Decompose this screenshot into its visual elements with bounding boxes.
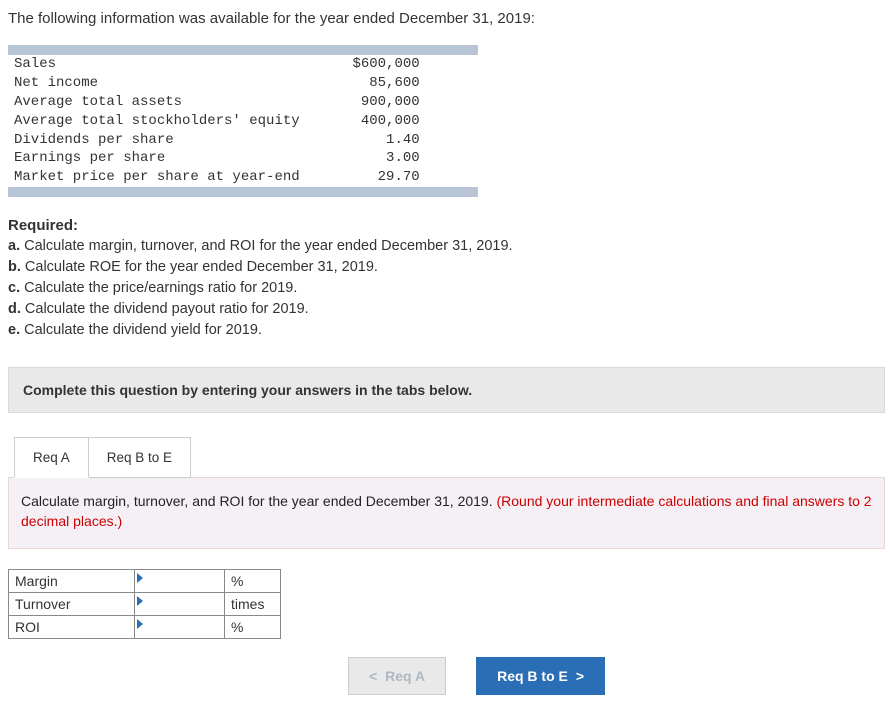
caret-icon: [137, 619, 143, 629]
item-tag: b.: [8, 259, 21, 275]
row-value: 3.00: [306, 149, 426, 168]
answer-row-margin: Margin %: [9, 569, 281, 592]
row-label: Earnings per share: [8, 149, 306, 168]
answer-label: Margin: [9, 569, 135, 592]
tab-req-b-to-e[interactable]: Req B to E: [89, 437, 191, 478]
answer-row-roi: ROI %: [9, 615, 281, 638]
row-label: Average total stockholders' equity: [8, 112, 306, 131]
answer-unit: %: [225, 569, 281, 592]
next-button[interactable]: Req B to E >: [476, 657, 605, 695]
row-value: 1.40: [306, 131, 426, 150]
required-header: Required:: [8, 217, 885, 234]
tab-panel-req-a: Calculate margin, turnover, and ROI for …: [8, 477, 885, 548]
table-row: Market price per share at year-end29.70: [8, 168, 426, 187]
table-row: Dividends per share1.40: [8, 131, 426, 150]
nav-row: < Req A Req B to E >: [8, 657, 885, 695]
table-row: Sales$600,000: [8, 55, 426, 74]
table-row: Net income85,600: [8, 74, 426, 93]
scrollbar-thumb[interactable]: [8, 45, 478, 55]
answer-unit: times: [225, 592, 281, 615]
row-value: 900,000: [306, 93, 426, 112]
required-item: d. Calculate the dividend payout ratio f…: [8, 299, 885, 320]
panel-text: Calculate margin, turnover, and ROI for …: [21, 493, 497, 509]
roi-input[interactable]: [135, 615, 225, 638]
margin-input[interactable]: [135, 569, 225, 592]
required-item: b. Calculate ROE for the year ended Dece…: [8, 257, 885, 278]
table-row: Average total assets900,000: [8, 93, 426, 112]
financial-data-block: Sales$600,000 Net income85,600 Average t…: [8, 45, 885, 197]
row-label: Market price per share at year-end: [8, 168, 306, 187]
required-item: c. Calculate the price/earnings ratio fo…: [8, 278, 885, 299]
item-text: Calculate the price/earnings ratio for 2…: [24, 280, 297, 296]
tabs: Req A Req B to E: [14, 437, 885, 478]
row-label: Dividends per share: [8, 131, 306, 150]
item-tag: a.: [8, 238, 20, 254]
item-text: Calculate the dividend yield for 2019.: [24, 322, 262, 338]
required-item: e. Calculate the dividend yield for 2019…: [8, 320, 885, 341]
item-text: Calculate ROE for the year ended Decembe…: [25, 259, 378, 275]
scrollbar-bottom[interactable]: [8, 187, 885, 197]
row-label: Sales: [8, 55, 306, 74]
answer-row-turnover: Turnover times: [9, 592, 281, 615]
financial-data-table: Sales$600,000 Net income85,600 Average t…: [8, 55, 426, 187]
instruction-bar: Complete this question by entering your …: [8, 367, 885, 413]
row-label: Average total assets: [8, 93, 306, 112]
intro-text: The following information was available …: [8, 10, 885, 27]
item-text: Calculate the dividend payout ratio for …: [25, 301, 309, 317]
scrollbar-thumb[interactable]: [8, 187, 478, 197]
next-button-label: Req B to E: [497, 668, 568, 684]
scrollbar-top[interactable]: [8, 45, 885, 55]
chevron-right-icon: >: [576, 668, 584, 684]
prev-button-label: Req A: [385, 668, 425, 684]
item-tag: d.: [8, 301, 21, 317]
row-value: 29.70: [306, 168, 426, 187]
row-value: 400,000: [306, 112, 426, 131]
table-row: Earnings per share3.00: [8, 149, 426, 168]
answer-table: Margin % Turnover times ROI %: [8, 569, 281, 639]
row-value: 85,600: [306, 74, 426, 93]
table-row: Average total stockholders' equity400,00…: [8, 112, 426, 131]
answer-label: ROI: [9, 615, 135, 638]
chevron-left-icon: <: [369, 668, 377, 684]
item-tag: c.: [8, 280, 20, 296]
caret-icon: [137, 596, 143, 606]
prev-button: < Req A: [348, 657, 446, 695]
row-label: Net income: [8, 74, 306, 93]
item-tag: e.: [8, 322, 20, 338]
answer-label: Turnover: [9, 592, 135, 615]
caret-icon: [137, 573, 143, 583]
answer-unit: %: [225, 615, 281, 638]
required-block: Required: a. Calculate margin, turnover,…: [8, 217, 885, 341]
turnover-input[interactable]: [135, 592, 225, 615]
required-item: a. Calculate margin, turnover, and ROI f…: [8, 236, 885, 257]
tab-req-a[interactable]: Req A: [14, 437, 89, 478]
row-value: $600,000: [306, 55, 426, 74]
item-text: Calculate margin, turnover, and ROI for …: [24, 238, 512, 254]
